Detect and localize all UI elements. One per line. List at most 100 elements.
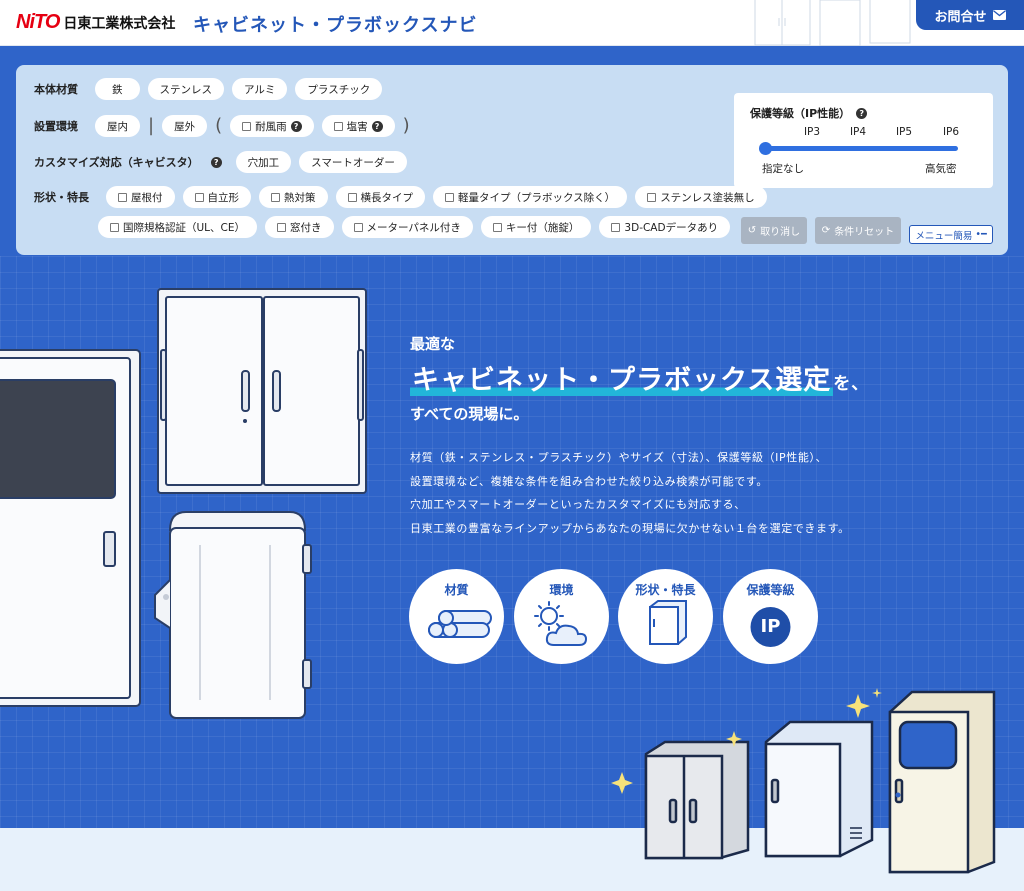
hero-lead-1: 最適な [410,335,456,353]
shape-option-label: 横長タイプ [360,191,414,204]
ip-tick[interactable]: IP3 [804,126,820,138]
shape-check[interactable]: 軽量タイプ（プラボックス除く） [433,186,628,208]
customize-label: カスタマイズ対応（キャビスタ） [34,156,199,169]
material-option-iron[interactable]: 鉄 [95,78,140,100]
checkbox-icon [353,222,363,232]
help-icon[interactable]: ? [856,107,868,119]
hero-headline-main: キャビネット・プラボックス選定 [410,365,834,396]
material-option-stainless[interactable]: ステンレス [147,78,224,100]
checkbox-icon [445,192,454,202]
close-paren: ) [402,115,410,136]
ip-tick[interactable]: IP6 [943,126,959,138]
environment-option-outdoor[interactable]: 屋外 [162,115,208,137]
feature-circle-environment[interactable]: 環境 [514,569,609,664]
customize-option-smart-order[interactable]: スマートオーダー [299,151,407,173]
reset-label: 条件リセット [834,227,895,238]
ip-tick[interactable]: IP5 [896,126,912,138]
hero-description: 材質（鉄・ステンレス・プラスチック）やサイズ（寸法）、保護等級（IP性能）、 設… [410,446,850,540]
customize-option-drilling[interactable]: 穴加工 [235,151,292,173]
refresh-icon: ⟳ [821,225,831,236]
shape-check[interactable]: ステンレス塗装無し [635,186,767,208]
site-title[interactable]: キャビネット・プラボックスナビ [193,11,477,37]
shape-option-label: 自立形 [207,191,240,204]
ip-rating-box: 保護等級（IP性能） ? IP3 IP4 IP5 IP6 指定なし 高気密 [734,93,993,188]
checkbox-icon [110,222,119,232]
environment-row: 設置環境 屋内 | 屋外 ( 耐風雨 ? 塩害 ? ) [34,115,410,137]
company-logo[interactable]: NiTO 日東工業株式会社 [16,11,175,34]
reset-button[interactable]: ⟳ 条件リセット [815,217,901,244]
contact-button[interactable]: お問合せ [916,0,1024,30]
shape-option-label: 窓付き [290,221,322,234]
ip-slider-handle[interactable] [759,142,772,155]
checkbox-icon [347,192,357,202]
checkbox-icon [271,192,280,202]
material-option-plastic[interactable]: プラスチック [295,78,383,100]
description-line: 設置環境など、複雑な条件を組み合わせた絞り込み検索が可能です。 [410,474,768,488]
environment-check-weatherproof[interactable]: 耐風雨 ? [230,115,314,137]
ip-max-label: 高気密 [925,163,957,175]
shape-option-label: 軽量タイプ（プラボックス除く） [458,191,616,204]
shape-check[interactable]: 自立形 [182,186,251,208]
ip-title-label: 保護等級（IP性能） [750,107,851,120]
company-name: 日東工業株式会社 [63,15,176,32]
feature-label-ip: 保護等級 [746,583,795,597]
ip-title: 保護等級（IP性能） ? [750,105,868,121]
ip-slider-track[interactable] [766,146,958,151]
shape-check[interactable]: 窓付き [265,216,334,238]
open-paren: ( [215,115,223,136]
shape-check[interactable]: 屋根付 [106,186,175,208]
ip-ticks: IP3 IP4 IP5 IP6 [734,126,993,140]
material-label: 本体材質 [34,83,78,96]
help-icon[interactable]: ? [210,156,222,168]
menu-compact-button[interactable]: メニュー簡易 •━ [909,225,993,244]
shape-option-label: キー付（施錠） [505,221,580,234]
environment-label: 設置環境 [34,120,78,133]
shape-option-label: 熱対策 [284,191,316,204]
environment-check-salt-damage[interactable]: 塩害 ? [321,115,395,137]
hero-section [0,256,1024,828]
description-line: 日東工業の豊富なラインアップからあなたの現場に欠かせない１台を選定できます。 [410,521,850,535]
dash-icon: •━ [975,229,987,240]
ip-tick[interactable]: IP4 [850,126,866,138]
ip-min-label: 指定なし [762,163,804,175]
checkbox-icon [194,192,204,202]
shape-check[interactable]: 3D-CADデータあり [599,216,731,238]
shape-check[interactable]: メーターパネル付き [341,216,473,238]
feature-label-shape: 形状・特長 [635,583,696,597]
material-option-aluminum[interactable]: アルミ [232,78,288,100]
checkbox-icon [277,222,287,232]
undo-label: 取り消し [760,227,801,238]
feature-circle-material[interactable]: 材質 [409,569,504,664]
feature-circle-shape[interactable]: 形状・特長 [618,569,713,664]
shape-option-label: メーターパネル付き [366,221,461,234]
shape-check[interactable]: 横長タイプ [335,186,425,208]
checkbox-icon [333,121,343,131]
undo-button[interactable]: ↺ 取り消し [741,217,807,244]
environment-option-indoor[interactable]: 屋内 [95,115,140,137]
checkbox-icon [611,222,621,232]
shape-option-label: ステンレス塗装無し [660,191,755,204]
shape-option-label: 屋根付 [131,191,163,204]
shape-check[interactable]: 熱対策 [259,186,328,208]
help-icon[interactable]: ? [290,120,302,132]
shape-option-label: 国際規格認証（UL、CE） [123,221,246,234]
contact-label: お問合せ [934,9,987,25]
mail-icon [992,10,1006,20]
help-icon[interactable]: ? [371,120,383,132]
checkbox-icon [647,192,657,202]
feature-circle-ip[interactable]: IP 保護等級 [723,569,818,664]
site-header: NiTO 日東工業株式会社 キャビネット・プラボックスナビ お問合せ [0,0,1024,46]
checkbox-icon [118,192,127,202]
shape-row-1: 形状・特長 屋根付 自立形 熱対策 横長タイプ 軽量タイプ（プラボックス除く） … [34,186,767,208]
logo-mark: NiTO [16,11,60,33]
shape-row-2: 国際規格認証（UL、CE） 窓付き メーターパネル付き キー付（施錠） 3D-C… [98,216,731,238]
header-cabinet-illustration [754,0,911,46]
hero-headline-tail: を、 [833,374,870,394]
shape-label: 形状・特長 [34,191,89,204]
ip-badge-text: IP [760,616,781,637]
description-line: 穴加工やスマートオーダーといったカスタマイズにも対応する、 [410,498,746,511]
hero-bottom-band [0,828,1024,891]
shape-check[interactable]: キー付（施錠） [480,216,592,238]
checkbox-icon [242,121,252,131]
shape-check[interactable]: 国際規格認証（UL、CE） [98,216,258,238]
